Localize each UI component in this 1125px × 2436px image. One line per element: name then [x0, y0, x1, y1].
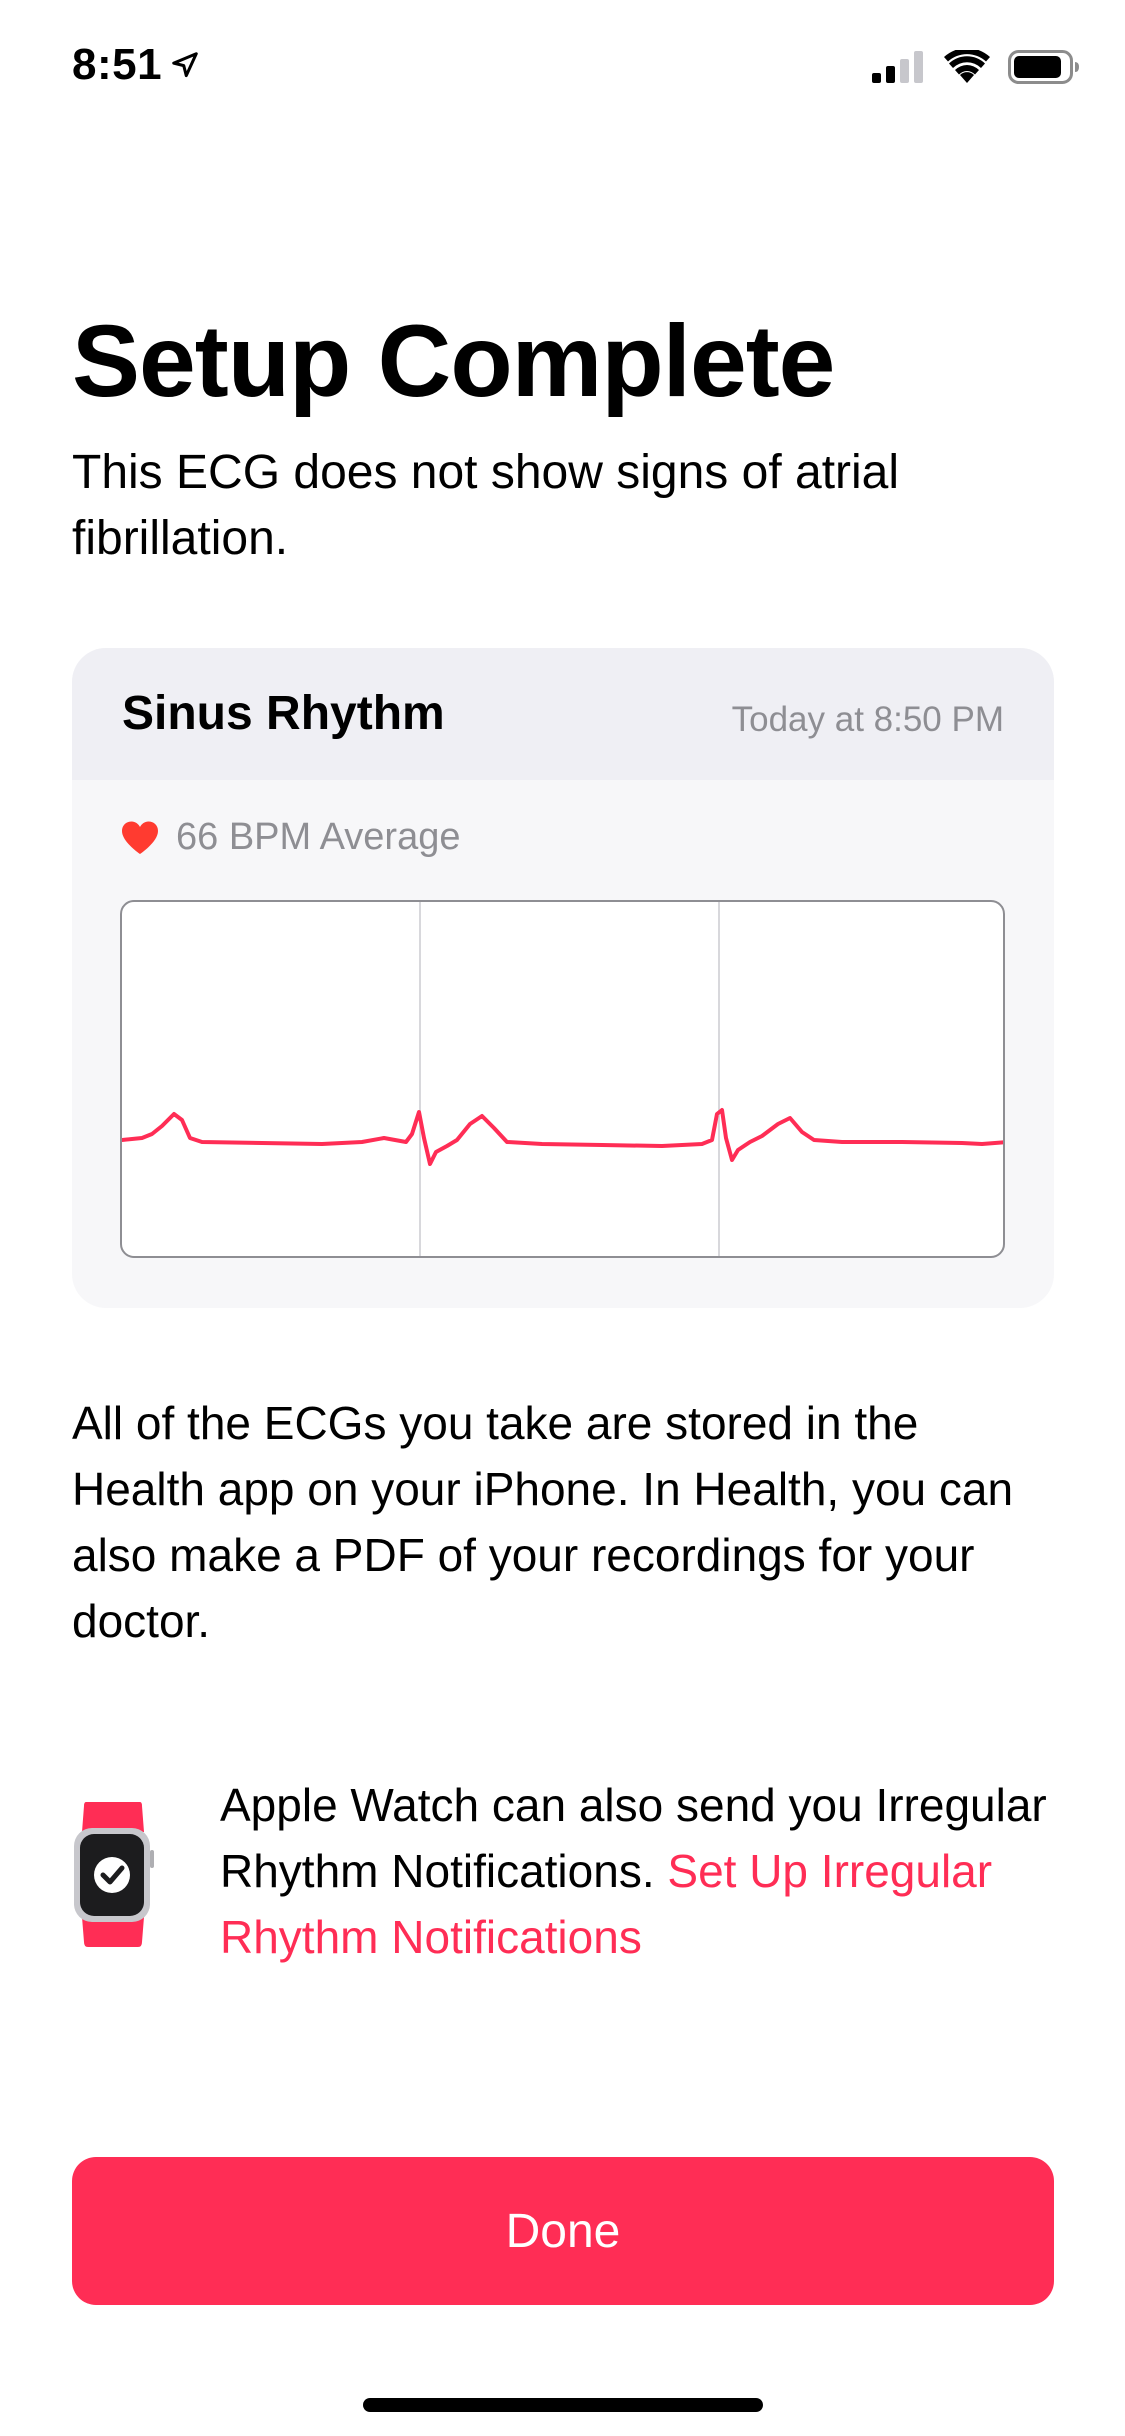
- done-button[interactable]: Done: [72, 2157, 1054, 2305]
- status-time-text: 8:51: [72, 40, 163, 89]
- ecg-trace: [122, 1108, 1003, 1166]
- ecg-card-header: Sinus Rhythm Today at 8:50 PM: [72, 648, 1054, 780]
- irregular-rhythm-section: Apple Watch can also send you Irregular …: [72, 1772, 1072, 2002]
- status-bar: 8:51: [0, 0, 1125, 140]
- bpm-row: 66 BPM Average: [120, 816, 460, 859]
- status-time: 8:51: [72, 40, 200, 90]
- heart-icon: [122, 821, 158, 854]
- ecg-date: Today at 8:50 PM: [731, 700, 1004, 739]
- bpm-average: 66 BPM Average: [176, 816, 461, 858]
- apple-watch-icon: [74, 1802, 154, 1947]
- health-app-info: All of the ECGs you take are stored in t…: [72, 1397, 1014, 1647]
- page-title: Setup Complete: [72, 304, 835, 418]
- cellular-signal-icon: [872, 51, 923, 83]
- irregular-rhythm-text: Apple Watch can also send you Irregular …: [220, 1772, 1080, 1970]
- result-summary: This ECG does not show signs of atrial f…: [72, 446, 900, 565]
- ecg-waveform-graph: [120, 900, 1005, 1258]
- ecg-waveform: [122, 902, 1003, 1256]
- wifi-icon: [944, 50, 990, 83]
- battery-icon: [1008, 50, 1079, 84]
- location-arrow-icon: [172, 52, 198, 78]
- ecg-result-card[interactable]: Sinus Rhythm Today at 8:50 PM 66 BPM Ave…: [72, 648, 1054, 1308]
- status-icons: [872, 50, 1080, 84]
- home-indicator[interactable]: [363, 2398, 763, 2412]
- ecg-classification: Sinus Rhythm: [122, 687, 445, 740]
